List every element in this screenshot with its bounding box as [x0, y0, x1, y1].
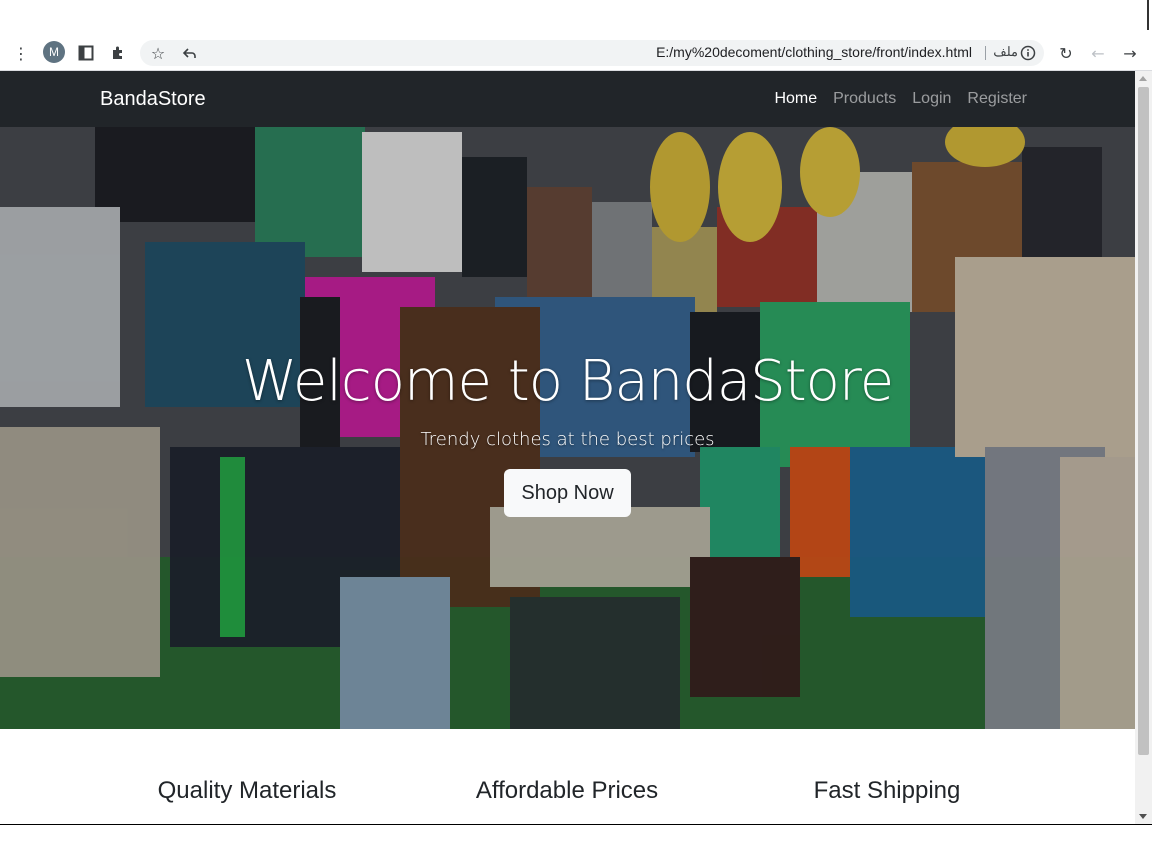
- extensions-icon[interactable]: [106, 41, 130, 65]
- nav-link-login[interactable]: Login: [912, 90, 951, 108]
- scroll-thumb[interactable]: [1138, 87, 1149, 755]
- address-bar[interactable]: ☆ E:/my%20decoment/clothing_store/front/…: [140, 40, 1044, 66]
- nav-link-register[interactable]: Register: [967, 90, 1027, 108]
- page-viewport: BandaStore Home Products Login Register: [0, 71, 1135, 824]
- hero-section: Welcome to BandaStore Trendy clothes at …: [0, 127, 1135, 729]
- nav-link-products[interactable]: Products: [833, 90, 896, 108]
- scroll-down-arrow-icon[interactable]: [1139, 814, 1147, 819]
- feature-title: Quality Materials: [157, 777, 337, 804]
- reload-icon[interactable]: ↻: [1054, 41, 1078, 65]
- navbar: BandaStore Home Products Login Register: [0, 71, 1135, 127]
- window-corner-mark: [1147, 0, 1149, 30]
- window-bottom-strip: [0, 824, 1152, 865]
- forward-icon[interactable]: →: [1118, 41, 1142, 65]
- browser-top-strip: [0, 0, 1152, 36]
- feature-shipping: Fast Shipping: [727, 777, 1047, 811]
- nav-link-home[interactable]: Home: [774, 90, 817, 108]
- star-icon[interactable]: ☆: [146, 41, 170, 65]
- page-scrollbar[interactable]: [1135, 71, 1152, 824]
- shop-now-button[interactable]: Shop Now: [504, 469, 631, 517]
- hero-overlay: [0, 127, 1135, 729]
- sidebar-icon[interactable]: [74, 41, 98, 65]
- omnibox-divider: [985, 46, 986, 60]
- hero-subtitle: Trendy clothes at the best prices: [420, 429, 715, 450]
- share-icon[interactable]: [177, 41, 201, 65]
- hero-title: Welcome to BandaStore: [241, 349, 894, 414]
- scroll-up-arrow-icon[interactable]: [1139, 76, 1147, 81]
- brand-logo-text[interactable]: BandaStore: [100, 88, 206, 111]
- features-section: Quality Materials Affordable Prices Fast…: [0, 777, 1135, 824]
- feature-quality: Quality Materials: [87, 777, 407, 811]
- info-icon[interactable]: [1016, 41, 1040, 65]
- feature-title: Affordable Prices: [475, 777, 659, 804]
- feature-prices: Affordable Prices: [407, 777, 727, 811]
- url-text[interactable]: E:/my%20decoment/clothing_store/front/in…: [656, 44, 972, 60]
- profile-avatar[interactable]: M: [43, 41, 65, 63]
- menu-dots-icon[interactable]: ⋮: [9, 41, 33, 65]
- feature-title: Fast Shipping: [813, 777, 961, 804]
- site-info-label[interactable]: ملف: [993, 44, 1018, 60]
- nav-links: Home Products Login Register: [774, 90, 1027, 108]
- back-icon[interactable]: ←: [1086, 41, 1110, 65]
